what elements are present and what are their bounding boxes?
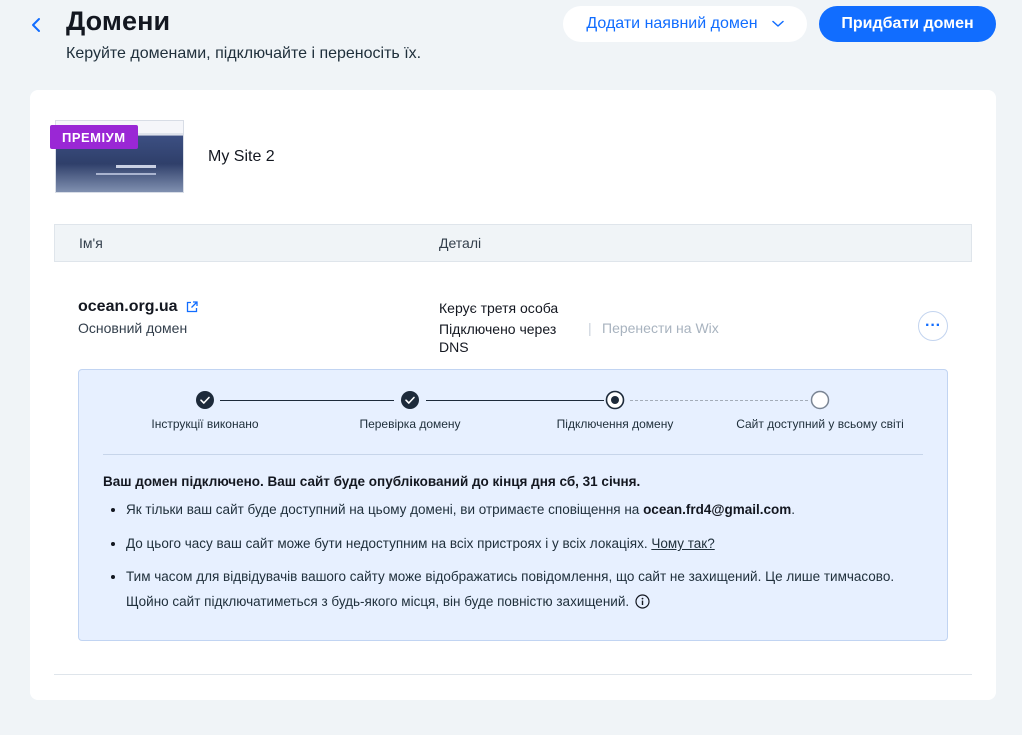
chevron-down-icon [771,20,784,27]
availability-bullet: До цього часу ваш сайт може бути недосту… [111,531,911,556]
step-connector [426,400,604,401]
step-done-icon [196,391,214,409]
connection-progress-panel: Інструкції виконано Перевірка домену Під… [78,369,948,641]
page-title: Домени [66,6,171,36]
site-name: My Site 2 [208,148,275,165]
premium-badge: ПРЕМІУМ [50,125,138,149]
buy-domain-button[interactable]: Придбати домен [819,6,996,42]
step-current-icon [605,390,625,410]
more-actions-button[interactable]: ··· [918,311,948,341]
step-label: Інструкції виконано [151,417,259,431]
domain-type: Основний домен [78,320,188,336]
connected-via-text: Підключено через DNS [439,321,557,355]
domains-page: Домени Керуйте доменами, підключайте і п… [0,0,1022,735]
notification-email: ocean.frd4@gmail.com [643,502,792,517]
domain-name: ocean.org.ua [78,298,198,316]
row-divider [54,674,972,675]
details-separator: | [588,320,592,336]
info-icon[interactable] [635,594,650,609]
step-done-icon [401,391,419,409]
step-connector [630,400,808,401]
why-link[interactable]: Чому так? [651,536,714,551]
domain-name-text: ocean.org.ua [78,298,178,315]
add-existing-domain-label: Додати наявний домен [586,15,758,32]
step-label: Перевірка домену [359,417,461,431]
connection-status-heading: Ваш домен підключено. Ваш сайт буде опуб… [103,474,641,489]
column-header-name: Ім'я [79,235,103,251]
external-link-icon[interactable] [186,301,198,313]
step-label: Сайт доступний у всьому світі [736,417,904,431]
security-bullet: Тим часом для відвідувачів вашого сайту … [111,564,901,614]
managed-by-text: Керує третя особа [439,300,559,316]
add-existing-domain-button[interactable]: Додати наявний домен [563,6,807,42]
transfer-to-wix-link[interactable]: Перенести на Wix [602,320,719,336]
back-button[interactable] [26,14,46,36]
column-header-details: Деталі [439,235,482,251]
step-pending-icon [810,390,830,410]
step-connector [220,400,394,401]
chevron-left-icon [32,18,40,32]
domains-card: ПРЕМІУМ My Site 2 Ім'я Деталі ocean.org.… [30,90,996,700]
page-subtitle: Керуйте доменами, підключайте і переносі… [66,45,422,62]
panel-divider [103,454,923,455]
notification-bullet: Як тільки ваш сайт буде доступний на цьо… [111,497,911,522]
step-label: Підключення домену [556,417,674,431]
table-header: Ім'я Деталі [54,224,972,262]
